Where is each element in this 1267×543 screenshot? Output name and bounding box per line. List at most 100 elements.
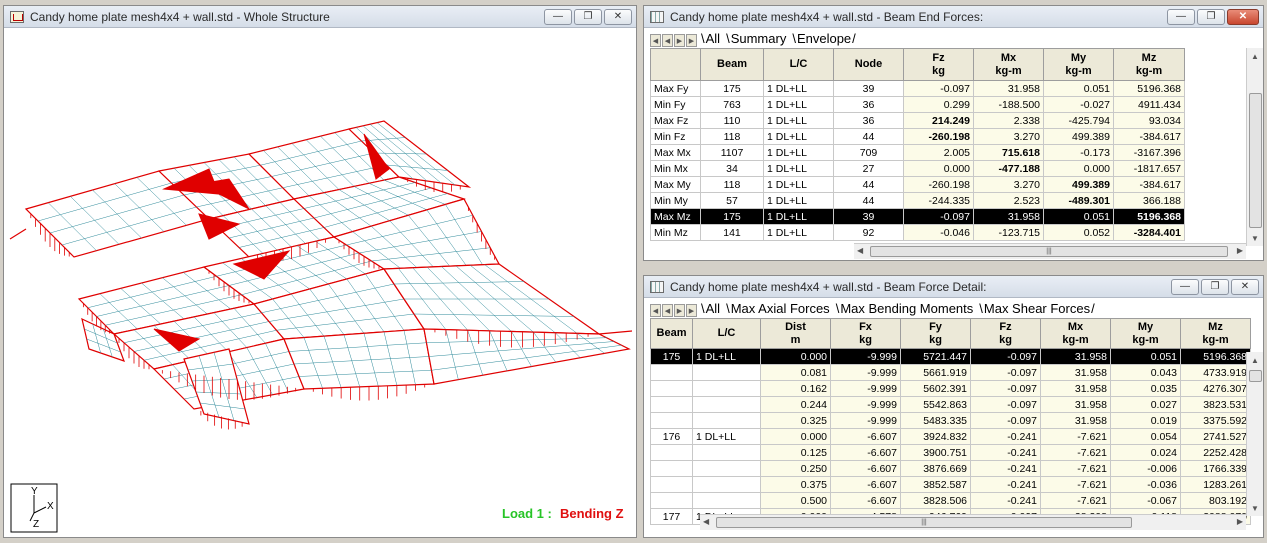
restore-button[interactable]: ❐ [574, 9, 602, 25]
table-row[interactable]: Min Fz 118 1 DL+LL 44 -260.198 3.270 499.389 -3… [650, 128, 1185, 145]
close-button[interactable]: ✕ [1227, 9, 1259, 25]
tab-all[interactable]: All [698, 31, 724, 47]
table-row[interactable]: 0.081 -9.999 5661.919 -0.097 31.958 0.043 4733… [650, 364, 1251, 381]
table-row[interactable]: 0.375 -6.607 3852.587 -0.241 -7.621 -0.036 128… [650, 476, 1251, 493]
scroll-down-icon[interactable]: ▼ [1247, 500, 1263, 516]
close-button[interactable]: ✕ [604, 9, 632, 25]
column-header-label: Fx [859, 320, 872, 333]
structure-viewport[interactable]: Y X Z Load 1 : Bending Z [4, 29, 636, 537]
prev-tab-icon[interactable]: ◀ [662, 304, 673, 317]
detail-vertical-scrollbar[interactable]: ▲ ▼ [1246, 352, 1263, 516]
close-button[interactable]: ✕ [1231, 279, 1259, 295]
scroll-thumb[interactable] [1249, 370, 1262, 382]
table-row[interactable]: Min Mx 34 1 DL+LL 27 0.000 -477.188 0.000 -1817… [650, 160, 1185, 177]
table-window-icon [650, 280, 664, 293]
minimize-button[interactable]: — [1167, 9, 1195, 25]
column-header[interactable]: Fx kg [830, 318, 901, 349]
table-row[interactable]: 0.162 -9.999 5602.391 -0.097 31.958 0.035 4276… [650, 380, 1251, 397]
scroll-left-icon[interactable]: ◀ [857, 246, 863, 255]
first-tab-icon[interactable]: ◀ [650, 304, 661, 317]
table-row[interactable]: Min Fy 763 1 DL+LL 36 0.299 -188.500 -0.027 491… [650, 96, 1185, 113]
column-header[interactable]: Mx kg-m [973, 48, 1044, 81]
table-row[interactable]: Max Fy 175 1 DL+LL 39 -0.097 31.958 0.051 5196.… [650, 80, 1185, 97]
table-row[interactable]: Max Mx 1107 1 DL+LL 709 2.005 715.618 -0.173 -3… [650, 144, 1185, 161]
detail-titlebar[interactable]: Candy home plate mesh4x4 + wall.std - Be… [644, 276, 1263, 298]
column-header[interactable]: Mx kg-m [1040, 318, 1111, 349]
table-row[interactable]: Min Mz 141 1 DL+LL 92 -0.046 -123.715 0.052 -32… [650, 224, 1185, 241]
restore-button[interactable]: ❐ [1197, 9, 1225, 25]
scroll-down-icon[interactable]: ▼ [1247, 230, 1263, 246]
table-row[interactable]: Min My 57 1 DL+LL 44 -244.335 2.523 -489.301 36… [650, 192, 1185, 209]
first-tab-icon[interactable]: ◀ [650, 34, 661, 47]
table-cell: 176 [650, 428, 693, 445]
scroll-thumb[interactable]: ||| [716, 517, 1132, 528]
table-row[interactable]: 176 1 DL+LL 0.000 -6.607 3924.832 -0.241 -7.62… [650, 428, 1251, 445]
scroll-thumb[interactable]: ||| [870, 246, 1228, 257]
scroll-right-icon[interactable]: ▶ [1237, 517, 1243, 526]
table-row[interactable]: 0.250 -6.607 3876.669 -0.241 -7.621 -0.006 176… [650, 460, 1251, 477]
table-row[interactable]: 0.325 -9.999 5483.335 -0.097 31.958 0.019 3375… [650, 412, 1251, 429]
tab-max-shear-forces[interactable]: Max Shear Forces [976, 301, 1097, 317]
column-header[interactable]: Beam [650, 318, 693, 349]
table-cell: Min Mx [650, 160, 701, 177]
minimize-button[interactable]: — [544, 9, 572, 25]
column-header[interactable]: My kg-m [1043, 48, 1114, 81]
table-cell: 1 DL+LL [763, 96, 834, 113]
table-row[interactable]: 0.500 -6.607 3828.506 -0.241 -7.621 -0.067 803… [650, 492, 1251, 509]
tab-max-bending-moments[interactable]: Max Bending Moments [833, 301, 977, 317]
table-cell: 1 DL+LL [692, 348, 761, 365]
column-header[interactable]: Fz kg [903, 48, 974, 81]
table-cell [692, 476, 761, 493]
column-header[interactable]: Mz kg-m [1180, 318, 1251, 349]
table-cell: 0.051 [1043, 208, 1114, 225]
table-row[interactable]: 175 1 DL+LL 0.000 -9.999 5721.447 -0.097 31.95… [650, 348, 1251, 365]
column-header[interactable]: Dist m [760, 318, 831, 349]
table-cell: 2.005 [903, 144, 974, 161]
table-cell [650, 476, 693, 493]
column-header[interactable]: Fy kg [900, 318, 971, 349]
column-header[interactable] [650, 48, 701, 81]
table-cell: 31.958 [1040, 380, 1111, 397]
table-cell: 175 [650, 348, 693, 365]
column-header[interactable]: L/C [692, 318, 761, 349]
table-cell: 175 [700, 208, 764, 225]
scroll-thumb[interactable] [1249, 93, 1262, 228]
table-cell: -9.999 [830, 364, 901, 381]
table-cell: -6.607 [830, 428, 901, 445]
column-header[interactable]: Mz kg-m [1113, 48, 1185, 81]
table-row[interactable]: Max Fz 110 1 DL+LL 36 214.249 2.338 -425.794 93… [650, 112, 1185, 129]
end-forces-vertical-scrollbar[interactable]: ▲ ▼ [1246, 48, 1263, 246]
tab-max-axial-forces[interactable]: Max Axial Forces [723, 301, 833, 317]
tab-summary[interactable]: Summary [723, 31, 789, 47]
table-cell: -425.794 [1043, 112, 1114, 129]
detail-horizontal-scrollbar[interactable]: ◀ ||| ▶ [700, 514, 1246, 530]
column-header[interactable]: Beam [700, 48, 764, 81]
table-row[interactable]: 0.125 -6.607 3900.751 -0.241 -7.621 0.024 2252… [650, 444, 1251, 461]
restore-button[interactable]: ❐ [1201, 279, 1229, 295]
scroll-up-icon[interactable]: ▲ [1247, 48, 1263, 64]
column-header[interactable]: L/C [763, 48, 834, 81]
scroll-right-icon[interactable]: ▶ [1237, 246, 1243, 255]
column-header[interactable]: Fz kg [970, 318, 1041, 349]
table-cell: 44 [833, 176, 904, 193]
tab-envelope[interactable]: Envelope [789, 31, 858, 47]
table-row[interactable]: 0.244 -9.999 5542.863 -0.097 31.958 0.027 3823… [650, 396, 1251, 413]
last-tab-icon[interactable]: ▶ [686, 304, 697, 317]
end-forces-titlebar[interactable]: Candy home plate mesh4x4 + wall.std - Be… [644, 6, 1263, 28]
table-cell: -6.607 [830, 460, 901, 477]
minimize-button[interactable]: — [1171, 279, 1199, 295]
last-tab-icon[interactable]: ▶ [686, 34, 697, 47]
next-tab-icon[interactable]: ▶ [674, 304, 685, 317]
next-tab-icon[interactable]: ▶ [674, 34, 685, 47]
table-row[interactable]: Max My 118 1 DL+LL 44 -260.198 3.270 499.389 -3… [650, 176, 1185, 193]
tab-all[interactable]: All [698, 301, 724, 317]
structure-titlebar[interactable]: Candy home plate mesh4x4 + wall.std - Wh… [4, 6, 636, 28]
scroll-up-icon[interactable]: ▲ [1247, 352, 1263, 368]
column-header-unit: m [790, 333, 801, 346]
table-row[interactable]: Max Mz 175 1 DL+LL 39 -0.097 31.958 0.051 5196.… [650, 208, 1185, 225]
column-header[interactable]: My kg-m [1110, 318, 1181, 349]
column-header[interactable]: Node [833, 48, 904, 81]
end-forces-horizontal-scrollbar[interactable]: ◀ ||| ▶ [854, 243, 1246, 259]
scroll-left-icon[interactable]: ◀ [703, 517, 709, 526]
prev-tab-icon[interactable]: ◀ [662, 34, 673, 47]
